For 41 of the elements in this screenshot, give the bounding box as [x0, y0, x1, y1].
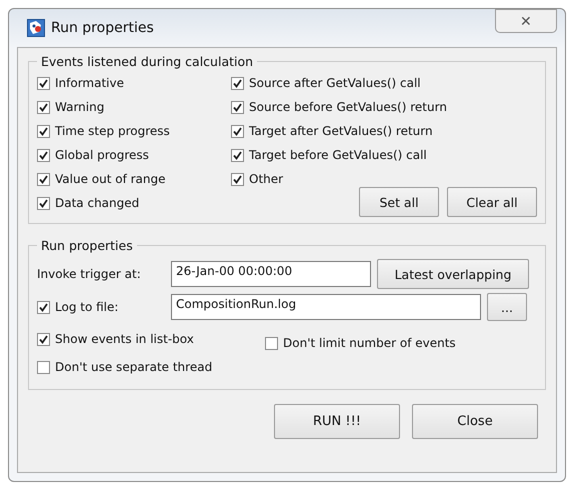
event-checkbox[interactable]: Warning — [37, 95, 231, 119]
check-icon — [232, 126, 243, 136]
browse-button[interactable]: ... — [487, 293, 527, 321]
thread-checkbox[interactable]: Don't use separate thread — [37, 355, 537, 379]
event-checkbox[interactable]: Global progress — [37, 143, 231, 167]
check-icon — [232, 78, 243, 88]
check-icon — [232, 174, 243, 184]
log-file-field[interactable]: CompositionRun.log — [171, 294, 481, 320]
close-dialog-button[interactable]: Close — [412, 404, 538, 439]
group-title: Events listened during calculation — [40, 54, 254, 69]
check-icon — [38, 126, 49, 136]
event-checkbox[interactable]: Target after GetValues() return — [231, 119, 537, 143]
window-title: Run properties — [51, 20, 154, 36]
check-icon — [232, 150, 243, 160]
trigger-field[interactable]: 26-Jan-00 00:00:00 — [171, 261, 371, 287]
latest-overlapping-button[interactable]: Latest overlapping — [377, 259, 529, 289]
event-checkbox[interactable]: Source after GetValues() call — [231, 71, 537, 95]
show-events-checkbox[interactable]: Show events in list-box — [37, 327, 259, 351]
limit-events-checkbox[interactable]: Don't limit number of events — [265, 331, 456, 355]
run-button[interactable]: RUN !!! — [274, 404, 400, 439]
check-icon — [38, 334, 49, 344]
check-icon — [38, 198, 49, 208]
log-checkbox[interactable]: Log to file: — [37, 295, 165, 319]
check-icon — [38, 102, 49, 112]
close-button[interactable]: ✕ — [495, 9, 557, 33]
event-checkbox[interactable]: Source before GetValues() return — [231, 95, 537, 119]
event-checkbox[interactable]: Target before GetValues() call — [231, 143, 537, 167]
trigger-label: Invoke trigger at: — [37, 267, 142, 281]
app-icon — [27, 19, 45, 37]
check-icon — [232, 102, 243, 112]
check-icon — [38, 174, 49, 184]
check-icon — [38, 78, 49, 88]
check-icon — [38, 150, 49, 160]
event-checkbox[interactable]: Informative — [37, 71, 231, 95]
event-checkbox[interactable]: Value out of range — [37, 167, 231, 191]
set-all-button[interactable]: Set all — [359, 187, 439, 217]
event-checkbox[interactable]: Data changed — [37, 191, 231, 215]
event-checkbox[interactable]: Time step progress — [37, 119, 231, 143]
group-title: Run properties — [40, 238, 134, 253]
check-icon — [38, 302, 49, 312]
clear-all-button[interactable]: Clear all — [447, 187, 537, 217]
